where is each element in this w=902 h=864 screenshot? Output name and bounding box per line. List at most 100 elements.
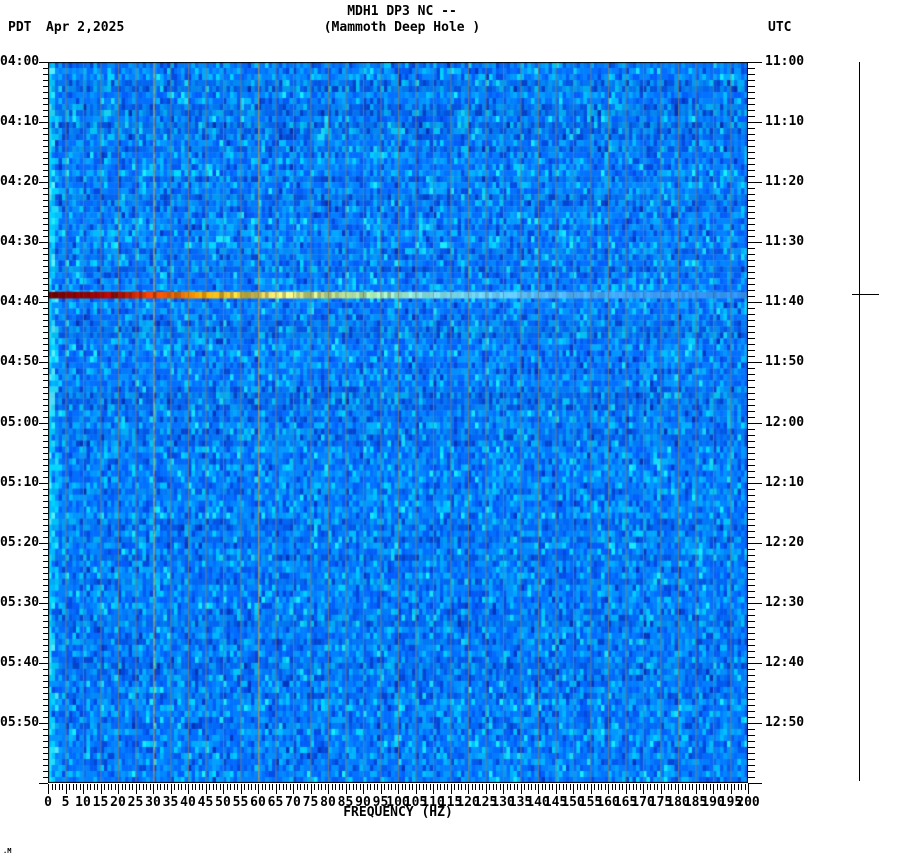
time-tick-right <box>748 410 755 412</box>
time-tick-left <box>43 350 48 352</box>
freq-tick <box>202 784 203 790</box>
time-tick-left <box>43 200 48 202</box>
time-tick-right <box>748 158 755 160</box>
freq-tick <box>377 784 378 790</box>
freq-tick <box>310 784 312 794</box>
freq-tick <box>615 784 616 790</box>
time-tick-left <box>43 476 48 478</box>
freq-tick <box>447 784 448 790</box>
time-tick-left <box>43 284 48 286</box>
freq-tick <box>464 784 466 790</box>
time-tick-right <box>748 614 755 616</box>
freq-tick <box>121 784 123 790</box>
time-tick-left <box>43 236 48 238</box>
time-tick-left <box>43 626 48 628</box>
time-tick-right <box>748 470 755 472</box>
time-tick-right <box>748 176 755 178</box>
freq-tick <box>552 784 553 790</box>
freq-tick <box>170 784 172 794</box>
time-tick-left <box>43 152 48 154</box>
freq-tick <box>289 784 291 790</box>
freq-tick <box>272 784 273 790</box>
freq-tick <box>195 784 196 790</box>
time-tick-right <box>748 710 755 712</box>
freq-tick <box>594 784 595 790</box>
time-tick-right <box>748 188 755 190</box>
freq-tick <box>569 784 571 790</box>
time-tick-left <box>43 392 48 394</box>
freq-tick <box>240 784 242 794</box>
time-tick-right <box>748 464 755 466</box>
time-tick-right <box>748 734 755 736</box>
time-tick-left <box>43 374 48 376</box>
freq-tick <box>436 784 438 790</box>
time-label-left: 05:30 <box>0 594 40 610</box>
time-tick-right <box>748 92 755 93</box>
time-label-right: 11:50 <box>765 354 805 370</box>
freq-tick <box>132 784 133 790</box>
time-tick-right <box>748 254 755 256</box>
freq-tick <box>524 784 525 790</box>
time-tick-right <box>748 536 755 538</box>
freq-tick <box>233 784 235 790</box>
time-tick-right <box>748 452 755 454</box>
freq-tick <box>125 784 126 790</box>
time-tick-left <box>39 242 48 244</box>
time-tick-left <box>43 650 48 652</box>
date-label: Apr 2,2025 <box>46 20 125 35</box>
time-tick-left <box>43 488 48 490</box>
time-tick-left <box>43 194 48 196</box>
time-tick-right <box>748 374 755 376</box>
time-tick-left <box>43 554 48 556</box>
freq-tick <box>748 784 749 794</box>
time-tick-right <box>748 368 755 370</box>
freq-tick <box>373 784 375 790</box>
time-label-left: 04:40 <box>0 294 40 310</box>
time-tick-right <box>748 314 755 316</box>
freq-tick <box>398 784 399 794</box>
time-tick-left <box>43 578 48 580</box>
time-tick-right <box>748 674 755 676</box>
time-tick-left <box>43 530 48 532</box>
freq-tick <box>107 784 109 790</box>
freq-tick <box>706 784 707 790</box>
time-tick-right <box>748 428 755 430</box>
time-tick-left <box>43 734 48 736</box>
freq-tick <box>650 784 651 790</box>
time-tick-left <box>43 86 48 87</box>
time-tick-right <box>748 572 755 574</box>
time-tick-right <box>748 320 755 322</box>
freq-tick <box>258 784 259 794</box>
freq-tick <box>380 784 382 794</box>
time-tick-right <box>748 356 755 358</box>
freq-tick <box>629 784 630 790</box>
freq-tick <box>580 784 581 790</box>
time-tick-left <box>43 404 48 406</box>
freq-tick <box>58 784 60 790</box>
time-tick-left <box>43 686 48 688</box>
time-label-right: 12:30 <box>765 594 805 610</box>
freq-tick <box>450 784 452 794</box>
time-tick-right <box>748 380 755 382</box>
freq-tick <box>286 784 287 790</box>
freq-tick <box>583 784 585 790</box>
freq-tick <box>219 784 221 790</box>
freq-tick <box>254 784 256 790</box>
freq-tick <box>268 784 270 790</box>
freq-tick <box>534 784 536 790</box>
time-tick-right <box>748 650 755 652</box>
time-label-left: 05:40 <box>0 654 40 670</box>
time-tick-right <box>748 212 755 214</box>
freq-tick <box>527 784 529 790</box>
freq-tick <box>412 784 413 790</box>
freq-tick <box>146 784 147 790</box>
time-tick-right <box>748 506 755 508</box>
time-tick-right <box>748 362 762 364</box>
amplitude-scale-bar <box>859 62 860 781</box>
time-tick-right <box>748 771 755 772</box>
time-label-right: 11:10 <box>765 114 805 130</box>
time-tick-left <box>43 218 48 220</box>
freq-tick <box>737 784 739 790</box>
time-label-left: 04:10 <box>0 114 40 130</box>
freq-tick <box>118 784 119 794</box>
